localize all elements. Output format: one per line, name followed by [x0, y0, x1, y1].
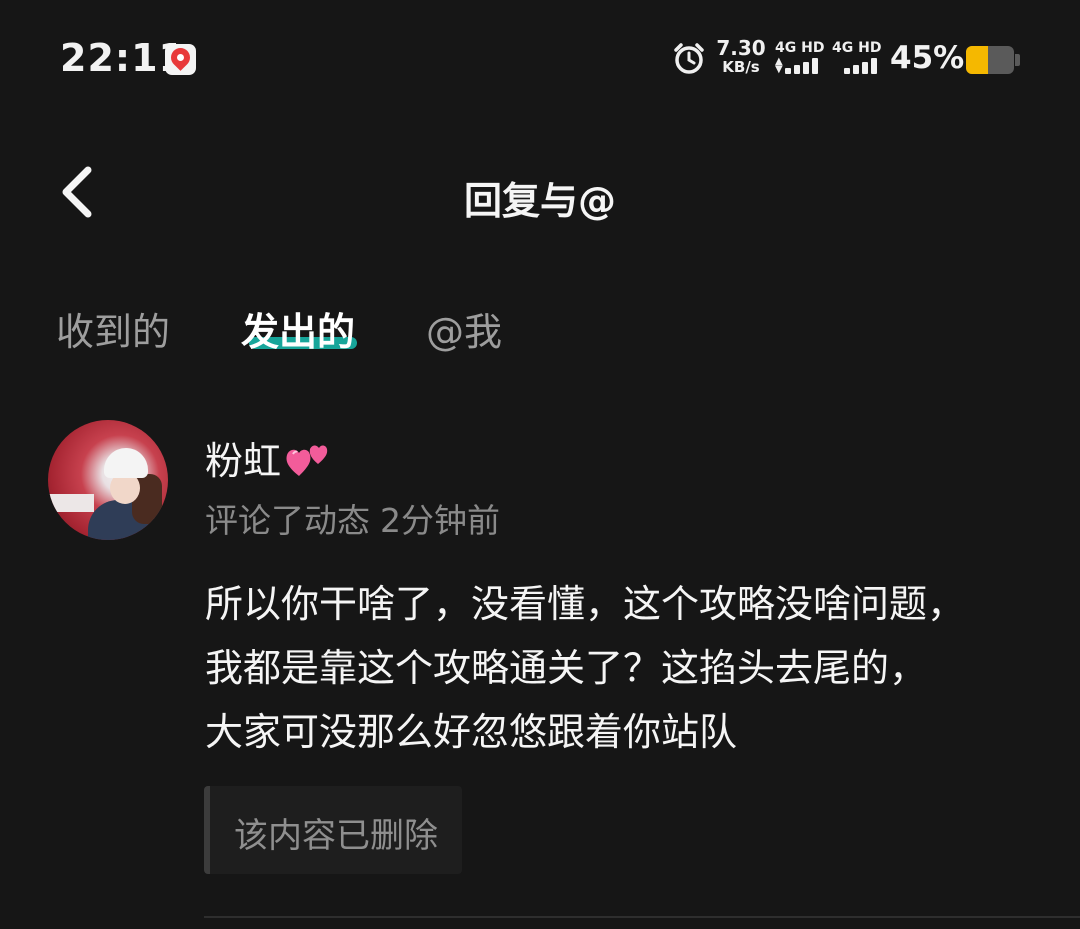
- tab-mentions[interactable]: @我: [426, 301, 502, 356]
- avatar[interactable]: [48, 420, 168, 540]
- divider: [204, 916, 1080, 918]
- sim1-label: 4G HD: [775, 40, 825, 56]
- alarm-icon: [674, 43, 704, 74]
- comment-line: 大家可没那么好忽悠跟着你站队: [205, 710, 738, 754]
- page-title: 回复与@: [463, 179, 616, 223]
- tab-sent-label: 发出的: [241, 310, 356, 354]
- network-speed-value: 7.30: [716, 36, 766, 60]
- battery-tip: [1015, 54, 1020, 66]
- username-text: 粉虹: [205, 439, 282, 483]
- sim1-signal-icon: 4G HD ▲ ▼: [775, 40, 827, 76]
- quoted-content-text: 该内容已删除: [234, 816, 438, 856]
- header: 回复与@: [0, 140, 1080, 250]
- sim2-signal-icon: 4G HD: [832, 40, 884, 76]
- comment-line: 我都是靠这个攻略通关了？这掐头去尾的，: [205, 646, 928, 690]
- battery-percent: 45%: [890, 40, 965, 76]
- battery-fill: [966, 46, 988, 74]
- status-bar: 22:11 7.30 KB/s 4G HD ▲ ▼ 4G HD 45%: [0, 0, 1080, 120]
- map-app-icon: [165, 44, 196, 75]
- data-arrows-icon: ▲ ▼: [775, 56, 783, 75]
- quoted-content-card[interactable]: 该内容已删除: [204, 786, 462, 874]
- comment-meta: 评论了动态 2分钟前: [205, 494, 500, 542]
- comment-line: 所以你干啥了，没看懂，这个攻略没啥问题，: [205, 582, 966, 626]
- username[interactable]: 粉虹: [205, 430, 333, 485]
- two-hearts-icon: [286, 445, 328, 476]
- comment-time: 2分钟前: [380, 501, 500, 540]
- screen: 22:11 7.30 KB/s 4G HD ▲ ▼ 4G HD 45% 回复与@…: [0, 0, 1080, 929]
- tab-bar: 收到的 发出的 @我: [0, 295, 1080, 365]
- battery-icon: [966, 46, 1014, 74]
- sim2-label: 4G HD: [832, 40, 882, 56]
- comment-action: 评论了动态: [205, 501, 370, 540]
- network-speed-unit: KB/s: [722, 58, 760, 76]
- tab-received[interactable]: 收到的: [56, 301, 170, 356]
- tab-sent[interactable]: 发出的: [241, 301, 355, 356]
- comment-content[interactable]: 所以你干啥了，没看懂，这个攻略没啥问题， 我都是靠这个攻略通关了？这掐头去尾的，…: [205, 572, 1045, 764]
- network-speed: 7.30 KB/s: [716, 38, 766, 75]
